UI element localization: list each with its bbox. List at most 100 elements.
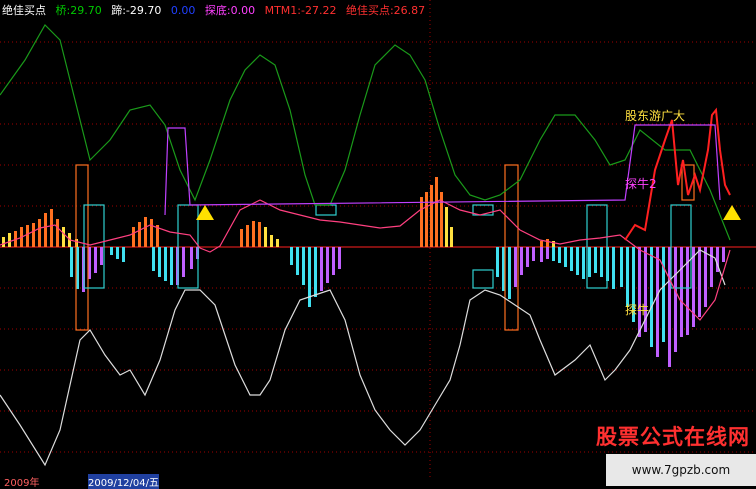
value-ti: 蹄:-29.70: [111, 4, 162, 17]
bar-down: [582, 247, 585, 279]
bar-down: [170, 247, 173, 285]
bar-down: [496, 247, 499, 277]
value-tandi: 探底:0.00: [204, 4, 256, 17]
value-mtm1: MTM1:-27.22: [264, 4, 337, 17]
bar-down: [686, 247, 689, 335]
bar-up: [240, 229, 243, 247]
bar-up: [62, 227, 65, 247]
bar-down: [626, 247, 629, 307]
bar-down: [308, 247, 311, 307]
bar-down: [100, 247, 103, 265]
bar-down: [552, 247, 555, 261]
bar-down: [508, 247, 511, 299]
bar-up: [270, 235, 273, 247]
bar-down: [332, 247, 335, 275]
bar-down: [164, 247, 167, 281]
watermark-url: www.7gpzb.com: [606, 454, 756, 486]
bar-down: [674, 247, 677, 352]
signal-box: [315, 204, 337, 216]
bar-down: [680, 247, 683, 337]
signal-box: [472, 269, 494, 289]
bar-up: [435, 177, 438, 247]
bar-down: [570, 247, 573, 271]
bar-down: [290, 247, 293, 265]
bar-down: [320, 247, 323, 291]
bar-down: [656, 247, 659, 357]
value-qiao: 桥:29.70: [55, 4, 102, 17]
bar-up: [445, 207, 448, 247]
bar-down: [588, 247, 591, 277]
bar-up: [264, 227, 267, 247]
value-buy-point: 绝佳买点:26.87: [345, 4, 426, 17]
buy-marker: [196, 205, 214, 220]
bar-down: [520, 247, 523, 275]
bar-up: [252, 221, 255, 247]
bar-down: [70, 247, 73, 277]
bar-down: [296, 247, 299, 275]
bar-down: [116, 247, 119, 259]
bar-down: [314, 247, 317, 297]
bar-up: [144, 217, 147, 247]
bar-down: [662, 247, 665, 342]
watermark-text: 股票公式在线网: [596, 425, 750, 449]
bar-down: [540, 247, 543, 262]
watermark: 股票公式在线网 www.7gpzb.com: [596, 421, 756, 487]
bar-down: [158, 247, 161, 277]
bar-down: [182, 247, 185, 277]
bar-down: [532, 247, 535, 261]
bar-down: [650, 247, 653, 347]
bar-down: [526, 247, 529, 267]
indicator-header: 绝佳买点 桥:29.70 蹄:-29.70 0.00 探底:0.00 MTM1:…: [2, 2, 431, 18]
bar-down: [110, 247, 113, 255]
indicator-chart: 股东游广大探牛2 探牛: [0, 0, 756, 477]
bar-down: [558, 247, 561, 263]
bar-down: [302, 247, 305, 285]
bar-down: [546, 247, 549, 259]
bar-up: [430, 185, 433, 247]
bar-up: [38, 219, 41, 247]
bar-down: [710, 247, 713, 287]
bar-up: [132, 227, 135, 247]
bar-up: [246, 225, 249, 247]
bar-down: [698, 247, 701, 317]
bar-up: [8, 233, 11, 247]
bar-up: [150, 219, 153, 247]
bar-up: [44, 213, 47, 247]
bar-up: [276, 239, 279, 247]
bar-up: [56, 219, 59, 247]
series-line-green_osc: [0, 24, 731, 241]
bar-up: [450, 227, 453, 247]
bar-down: [638, 247, 641, 337]
bar-down: [338, 247, 341, 269]
annotation-label: 探牛: [625, 302, 649, 317]
bar-up: [540, 241, 543, 247]
bar-up: [32, 223, 35, 247]
bar-up: [546, 239, 549, 247]
bar-down: [326, 247, 329, 283]
annotation-label: 探牛2: [625, 176, 657, 191]
bar-up: [26, 225, 29, 247]
bar-up: [258, 222, 261, 247]
buy-marker: [723, 205, 741, 220]
bar-down: [564, 247, 567, 267]
bar-down: [152, 247, 155, 271]
bar-up: [420, 197, 423, 247]
bar-down: [600, 247, 603, 277]
bar-down: [594, 247, 597, 273]
bar-down: [620, 247, 623, 287]
bar-down: [122, 247, 125, 262]
bar-down: [576, 247, 579, 275]
bar-up: [2, 237, 5, 247]
value-blue: 0.00: [170, 4, 196, 17]
bar-up: [425, 192, 428, 247]
bar-down: [722, 247, 725, 262]
annotation-label: 股东游广大: [625, 109, 685, 123]
series-line-red_line: [624, 107, 731, 241]
bar-down: [94, 247, 97, 273]
bar-up: [50, 209, 53, 247]
bar-down: [704, 247, 707, 307]
bar-down: [612, 247, 615, 289]
bar-down: [514, 247, 517, 287]
bar-down: [190, 247, 193, 269]
indicator-title: 绝佳买点: [2, 4, 46, 17]
